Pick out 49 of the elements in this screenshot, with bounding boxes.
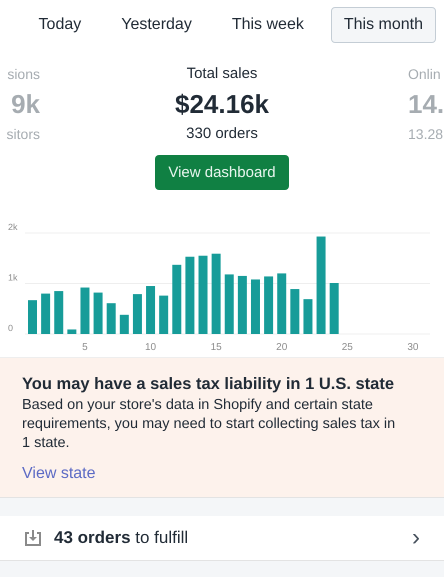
period-tab[interactable]: Today bbox=[26, 7, 94, 43]
sales-bar bbox=[159, 296, 168, 334]
sales-bar bbox=[41, 294, 50, 334]
sales-bar bbox=[106, 303, 116, 334]
sales-bar bbox=[224, 274, 234, 334]
axis-label: 25 bbox=[342, 342, 353, 353]
chevron-icon: › bbox=[412, 526, 420, 550]
period-tab[interactable]: This week bbox=[218, 7, 317, 43]
sales-bar bbox=[132, 294, 142, 334]
axis-label: 30 bbox=[407, 342, 418, 353]
sales-bar bbox=[172, 264, 182, 334]
axis-label: 5 bbox=[82, 342, 88, 353]
axis-label: 2k bbox=[8, 222, 18, 232]
sales-bar bbox=[250, 279, 260, 334]
axis-label: 0 bbox=[8, 323, 14, 333]
sales-bar bbox=[264, 276, 274, 334]
sales-bar bbox=[28, 300, 37, 334]
sales-bar bbox=[54, 291, 64, 334]
period-tab[interactable]: This month bbox=[330, 7, 436, 43]
stat-label: Onlin bbox=[408, 65, 441, 83]
view-dashboard-button[interactable]: View dashboard bbox=[155, 155, 289, 190]
view-state-link[interactable]: View state bbox=[22, 465, 96, 483]
stat-value: 14. bbox=[408, 89, 444, 119]
sales-bar bbox=[94, 292, 103, 334]
banner-title: You may have a sales tax liability in 1 U.S. state bbox=[22, 374, 396, 395]
sales-bar bbox=[146, 286, 156, 334]
sales-bar bbox=[290, 289, 300, 334]
sales-bar bbox=[238, 276, 247, 334]
axis-label: 20 bbox=[276, 342, 288, 353]
stat-detail: 330 orders bbox=[186, 125, 258, 143]
sales-bar bbox=[303, 299, 312, 334]
sales-bar bbox=[67, 329, 76, 334]
banner-text: Based on your store's data in Shopify and certain state requirements, you may need to start collecting sales tax in 1 state. bbox=[22, 396, 396, 453]
period-tab[interactable]: Yesterday bbox=[108, 7, 205, 43]
stat-label: sions bbox=[7, 65, 40, 83]
axis-label: 15 bbox=[210, 342, 222, 353]
axis-label: 10 bbox=[145, 342, 156, 353]
stat-value: $24.16k bbox=[175, 89, 269, 119]
stat-detail: 13.28 bbox=[408, 125, 444, 143]
stat-label: Total sales bbox=[186, 65, 258, 83]
sales-bar bbox=[120, 314, 129, 334]
orders-to-fulfill-text: 43 orders to fulfill bbox=[54, 528, 190, 548]
sales-bar bbox=[80, 288, 90, 334]
download-tray-icon bbox=[24, 529, 42, 547]
stat-value: 9k bbox=[11, 89, 40, 119]
sales-bar bbox=[330, 283, 339, 334]
stat-detail: sitors bbox=[6, 125, 40, 143]
axis-label: 1k bbox=[8, 272, 18, 282]
sales-bar bbox=[277, 273, 286, 334]
